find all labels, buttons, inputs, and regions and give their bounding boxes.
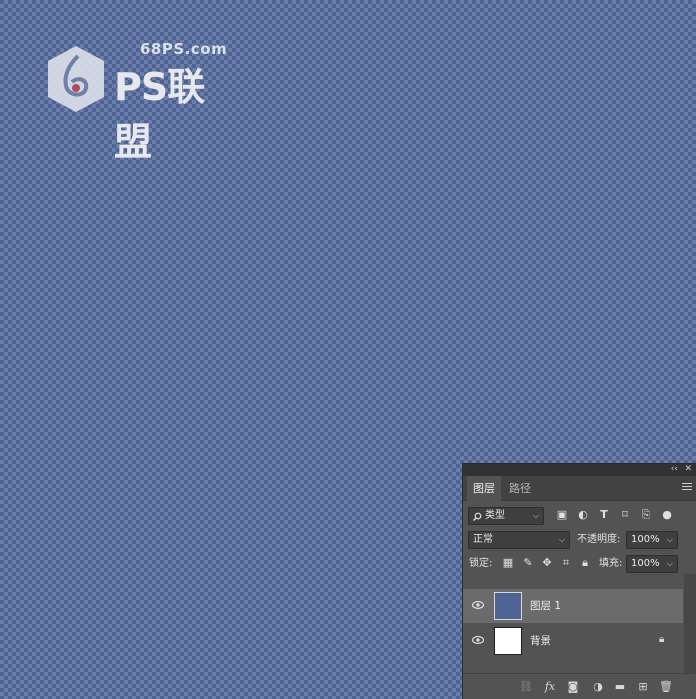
fill-input[interactable]: 100% ⌵ — [626, 555, 678, 573]
lock-image-pixels-icon[interactable]: ✎ — [521, 556, 535, 570]
fill-value: 100% — [631, 558, 660, 569]
chevron-down-icon: ⌵ — [666, 535, 673, 544]
lock-all-icon[interactable]: 🔒︎ — [578, 556, 592, 570]
ps-league-logo-icon — [48, 46, 104, 112]
delete-layer-icon[interactable]: 🗑︎ — [659, 680, 673, 694]
filter-row: 类型 ⌵ ▣ ◐ T ⌑ ⎘ ● — [463, 504, 696, 528]
fill-label: 填充: — [599, 558, 623, 569]
filter-kind-label: 类型 — [485, 510, 505, 521]
opacity-label: 不透明度: — [577, 534, 621, 545]
opacity-input[interactable]: 100% ⌵ — [626, 531, 678, 549]
lock-transparent-pixels-icon[interactable]: ▦ — [501, 556, 515, 570]
panel-tabs: 图层 路径 — [463, 476, 696, 501]
smart-object-filter-icon[interactable]: ⎘ — [639, 508, 653, 522]
search-icon — [473, 512, 482, 521]
chevron-down-icon: ⌵ — [558, 535, 565, 544]
tab-layers[interactable]: 图层 — [467, 476, 501, 501]
layers-panel-footer: ⛓︎ fx ◙ ◑ ▬ ⊞ 🗑︎ — [463, 673, 696, 699]
layer-list-scrollbar[interactable] — [684, 574, 696, 674]
panel-menu-icon[interactable] — [682, 483, 692, 492]
chevron-down-icon: ⌵ — [532, 511, 539, 520]
lock-artboard-icon[interactable]: ⌗ — [559, 556, 573, 570]
layer-thumbnail — [494, 592, 522, 620]
link-layers-icon[interactable]: ⛓︎ — [519, 680, 533, 694]
adjustment-layer-icon[interactable]: ◑ — [591, 680, 605, 694]
collapse-panel-icon[interactable]: ‹‹ — [671, 464, 678, 475]
chevron-down-icon: ⌵ — [666, 559, 673, 568]
layer-row-layer-1[interactable]: 图层 1 — [463, 589, 683, 623]
layer-row-background[interactable]: 背景 🔒︎ — [463, 624, 683, 658]
layer-name[interactable]: 背景 — [530, 624, 551, 658]
filter-toggle-icon[interactable]: ● — [660, 508, 674, 522]
layer-name[interactable]: 图层 1 — [530, 589, 561, 623]
lock-position-icon[interactable]: ✥ — [540, 556, 554, 570]
lock-icon: 🔒︎ — [659, 634, 665, 645]
add-mask-icon[interactable]: ◙ — [566, 680, 580, 694]
lock-row: 锁定: ▦ ✎ ✥ ⌗ 🔒︎ 填充: 100% ⌵ — [463, 552, 696, 576]
watermark-brand: PS联盟 — [114, 65, 205, 164]
layers-panel: ‹‹ ✕ 图层 路径 类型 ⌵ ▣ ◐ T ⌑ ⎘ ● 正常 ⌵ 不透明度: 1… — [462, 463, 696, 699]
adjustment-filter-icon[interactable]: ◐ — [576, 508, 590, 522]
layer-thumbnail — [494, 627, 522, 655]
eye-icon[interactable] — [472, 636, 484, 644]
type-filter-icon[interactable]: T — [597, 508, 611, 522]
close-panel-icon[interactable]: ✕ — [684, 464, 692, 475]
shape-filter-icon[interactable]: ⌑ — [618, 508, 632, 522]
lock-label: 锁定: — [469, 558, 493, 569]
fx-icon[interactable]: fx — [543, 680, 557, 694]
blend-row: 正常 ⌵ 不透明度: 100% ⌵ — [463, 528, 696, 552]
watermark-logo: 68PS.com PS联盟 — [44, 40, 234, 164]
eye-icon[interactable] — [472, 601, 484, 609]
tab-paths[interactable]: 路径 — [503, 476, 537, 501]
new-group-icon[interactable]: ▬ — [613, 680, 627, 694]
blend-mode-select[interactable]: 正常 ⌵ — [468, 531, 570, 549]
panel-title-bar: ‹‹ ✕ — [463, 464, 696, 476]
blend-mode-value: 正常 — [473, 534, 493, 545]
filter-kind-select[interactable]: 类型 ⌵ — [468, 507, 544, 525]
image-filter-icon[interactable]: ▣ — [555, 508, 569, 522]
opacity-value: 100% — [631, 534, 660, 545]
new-layer-icon[interactable]: ⊞ — [636, 680, 650, 694]
